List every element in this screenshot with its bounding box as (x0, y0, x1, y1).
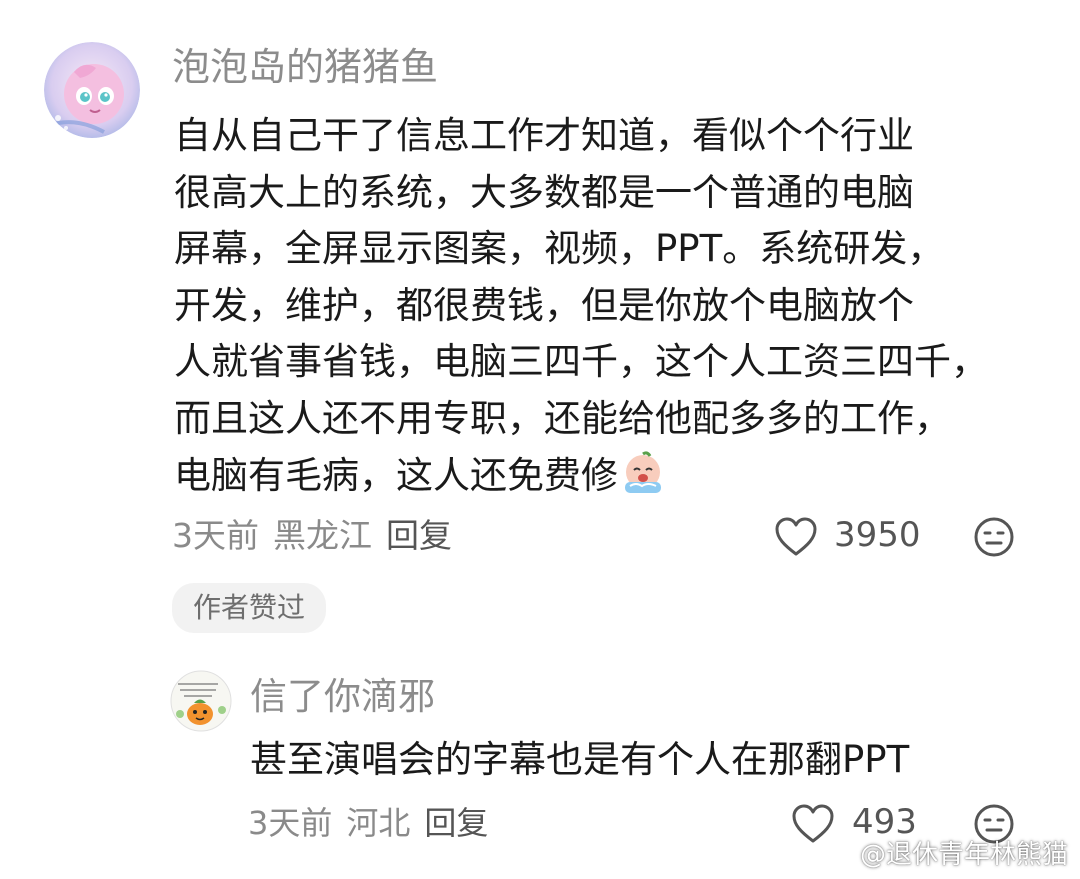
comment-location: 黑龙江 (273, 516, 372, 555)
emoji-reaction-icon[interactable] (973, 516, 1015, 562)
comment-line: 屏幕，全屏显示图案，视频，PPT。系统研发， (174, 227, 945, 271)
like-count: 3950 (834, 515, 921, 555)
author-liked-badge: 作者赞过 (172, 583, 326, 633)
avatar[interactable] (170, 670, 232, 732)
heart-outline-icon[interactable] (774, 516, 818, 562)
comment-location: 河北 (346, 804, 411, 842)
comment-line: 电脑有毛病，这人还免费修 (174, 448, 1054, 513)
comment-username[interactable]: 泡泡岛的猪猪鱼 (172, 44, 438, 90)
reply-button[interactable]: 回复 (386, 516, 452, 555)
weibo-logo-icon (822, 838, 856, 873)
comment-line: 人就省事省钱，电脑三四千，这个人工资三四千， (174, 340, 988, 384)
comment-body: 自从自己干了信息工作才知道，看似个个行业 很高大上的系统，大多数都是一个普通的电… (174, 108, 1054, 512)
comment-meta: 3天前 黑龙江 回复 (172, 516, 466, 556)
comment-line: 自从自己干了信息工作才知道，看似个个行业 (174, 114, 914, 157)
watermark: @退休青年林熊猫 (822, 834, 1068, 873)
comment-line-text: 电脑有毛病，这人还免费修 (174, 453, 618, 497)
comment-body: 甚至演唱会的字幕也是有个人在那翻PPT (250, 738, 910, 781)
reply-button[interactable]: 回复 (424, 804, 488, 842)
crying-emoji-icon (620, 450, 666, 513)
comment-time: 3天前 (248, 804, 333, 842)
watermark-text: @退休青年林熊猫 (859, 840, 1068, 870)
avatar[interactable] (44, 42, 140, 138)
comment-username[interactable]: 信了你滴邪 (250, 675, 435, 719)
comment-line: 而且这人还不用专职，还能给他配多多的工作， (174, 396, 951, 440)
comment-line: 很高大上的系统，大多数都是一个普通的电脑 (174, 170, 914, 214)
comment-line: 开发，维护，都很费钱，但是你放个电脑放个 (174, 283, 914, 327)
comment-meta: 3天前 河北 回复 (248, 803, 502, 843)
comment-time: 3天前 (172, 516, 259, 555)
